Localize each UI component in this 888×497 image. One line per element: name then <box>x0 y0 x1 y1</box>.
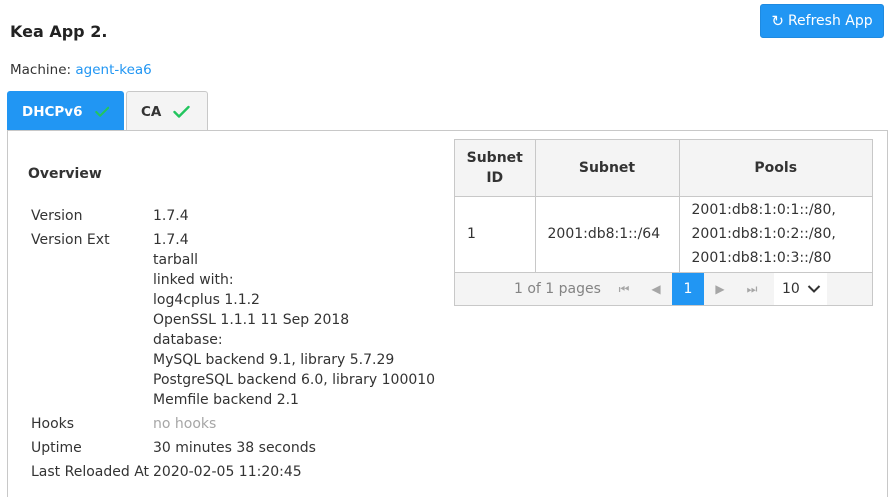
subnets-table: Subnet ID Subnet Pools 1 2001:db8:1::/64… <box>454 139 873 306</box>
hooks-label: Hooks <box>31 416 75 432</box>
info-row-version: Version 1.7.4 <box>31 206 435 226</box>
next-page-icon[interactable]: ▶ <box>704 273 736 305</box>
page-title: Kea App 2. <box>10 22 108 41</box>
version-ext-line: tarball <box>153 252 199 268</box>
daemon-tabs: DHCPv6 CA <box>7 91 210 131</box>
pool-line: 2001:db8:1:0:3::/80 <box>691 250 832 267</box>
page-button-1[interactable]: 1 <box>672 273 704 305</box>
version-label: Version <box>31 208 83 224</box>
last-reloaded-value: 2020-02-05 11:20:45 <box>153 464 302 480</box>
pool-line: 2001:db8:1:0:1::/80, <box>691 202 836 219</box>
check-icon <box>94 106 109 117</box>
overview-title: Overview <box>28 166 102 182</box>
tab-label: DHCPv6 <box>22 103 83 120</box>
version-value: 1.7.4 <box>153 208 189 224</box>
pool-line: 2001:db8:1:0:2::/80, <box>691 226 836 243</box>
version-ext-line: database: <box>153 332 223 348</box>
version-ext-line: log4cplus 1.1.2 <box>153 292 260 308</box>
first-page-icon[interactable]: ⏮ <box>608 273 640 305</box>
version-ext-label: Version Ext <box>31 232 110 248</box>
check-icon <box>173 105 191 118</box>
pools-cell: 2001:db8:1:0:1::/80, 2001:db8:1:0:2::/80… <box>679 196 872 272</box>
version-ext-line: Memfile backend 2.1 <box>153 392 299 408</box>
column-header-pools[interactable]: Pools <box>679 140 872 197</box>
last-page-icon[interactable]: ⏭ <box>736 273 768 305</box>
tab-dhcpv6[interactable]: DHCPv6 <box>7 91 124 131</box>
prev-page-icon[interactable]: ◀ <box>640 273 672 305</box>
uptime-label: Uptime <box>31 440 82 456</box>
rows-per-page-value: 10 <box>782 281 800 297</box>
info-row-last-reloaded: Last Reloaded At 2020-02-05 11:20:45 <box>31 462 435 482</box>
refresh-app-button[interactable]: ↻ Refresh App <box>760 4 884 38</box>
version-ext-line: 1.7.4 <box>153 232 189 248</box>
page-report: 1 of 1 pages <box>514 281 601 297</box>
version-ext-line: OpenSSL 1.1.1 11 Sep 2018 <box>153 312 350 328</box>
refresh-app-label: Refresh App <box>787 13 873 29</box>
refresh-icon: ↻ <box>771 11 784 30</box>
table-row[interactable]: 1 2001:db8:1::/64 2001:db8:1:0:1::/80, 2… <box>455 196 872 272</box>
info-row-version-ext: Version Ext 1.7.4 tarball linked with: l… <box>31 230 435 410</box>
subnet-cell: 2001:db8:1::/64 <box>535 196 680 272</box>
tab-ca[interactable]: CA <box>126 91 208 131</box>
column-header-subnet[interactable]: Subnet <box>535 140 680 197</box>
version-ext-value: 1.7.4 tarball linked with: log4cplus 1.1… <box>153 230 435 410</box>
version-ext-line: linked with: <box>153 272 234 288</box>
overview-info: Version 1.7.4 Version Ext 1.7.4 tarball … <box>31 206 435 486</box>
hooks-value: no hooks <box>153 416 217 432</box>
uptime-value: 30 minutes 38 seconds <box>153 440 316 456</box>
subnet-id-cell: 1 <box>455 196 536 272</box>
rows-per-page-dropdown[interactable]: 10 <box>774 273 827 305</box>
info-row-hooks: Hooks no hooks <box>31 414 435 434</box>
last-reloaded-label: Last Reloaded At <box>31 464 150 480</box>
paginator: 1 of 1 pages ⏮ ◀ 1 ▶ ⏭ 10 <box>455 272 872 305</box>
column-header-subnet-id[interactable]: Subnet ID <box>455 140 536 197</box>
info-row-uptime: Uptime 30 minutes 38 seconds <box>31 438 435 458</box>
machine-info: Machine: agent-kea6 <box>10 62 152 78</box>
version-ext-line: MySQL backend 9.1, library 5.7.29 <box>153 352 395 368</box>
machine-label: Machine: <box>10 62 72 78</box>
tab-label: CA <box>141 103 162 120</box>
machine-link[interactable]: agent-kea6 <box>75 62 151 78</box>
chevron-down-icon <box>807 285 821 293</box>
version-ext-line: PostgreSQL backend 6.0, library 100010 <box>153 372 436 388</box>
